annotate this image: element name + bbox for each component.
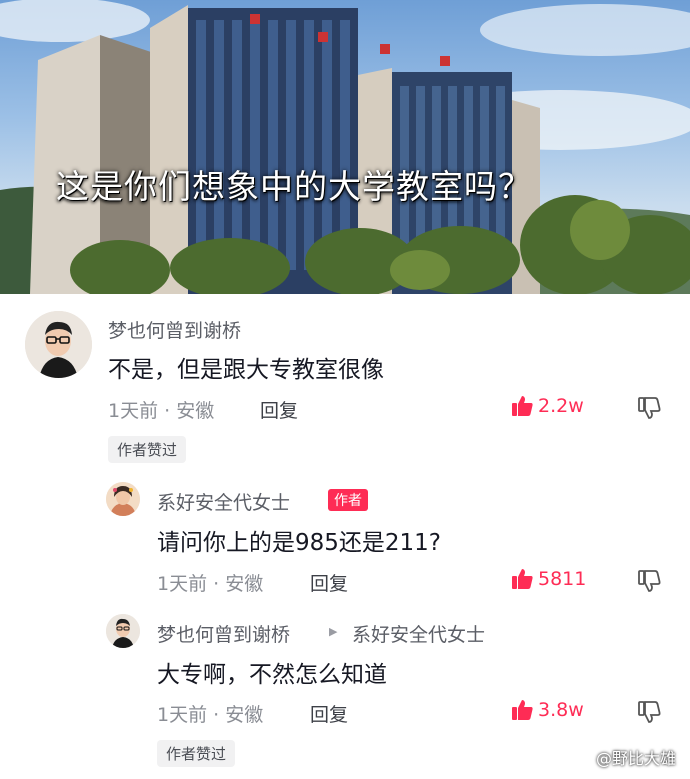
comment-username[interactable]: 梦也何曾到谢桥 — [108, 316, 241, 343]
comment-text: 不是，但是跟大专教室很像 — [108, 357, 384, 383]
like-count: 2.2w — [538, 395, 584, 417]
thumbs-down-icon — [638, 701, 661, 723]
comment-meta: 1天前 · 安徽 — [108, 400, 215, 422]
thumbs-down-icon — [638, 397, 661, 419]
comment-meta: 1天前 · 安徽 — [157, 573, 264, 595]
like-count: 5811 — [538, 568, 587, 590]
reply-button[interactable]: 回复 — [310, 569, 348, 596]
dislike-button[interactable] — [637, 396, 661, 424]
building-illustration — [0, 0, 690, 294]
avatar[interactable] — [106, 614, 140, 648]
watermark: @野比大雄 — [595, 749, 676, 768]
comment-meta: 1天前 · 安徽 — [157, 704, 264, 726]
thumbs-up-icon — [512, 569, 533, 589]
reply-to-username[interactable]: 系好安全代女士 — [352, 620, 485, 647]
author-tag: 作者 — [328, 489, 368, 511]
author-liked-badge: 作者赞过 — [157, 740, 236, 767]
comment-username[interactable]: 系好安全代女士 — [157, 488, 290, 515]
avatar[interactable] — [106, 482, 140, 516]
author-liked-badge: 作者赞过 — [108, 436, 187, 463]
thumbs-up-icon — [512, 700, 533, 720]
thumbs-up-icon — [512, 396, 533, 416]
like-button[interactable]: 3.8w — [510, 698, 584, 722]
reply-button[interactable]: 回复 — [260, 396, 298, 423]
like-button[interactable]: 5811 — [510, 567, 586, 591]
comment-text: 大专啊，不然怎么知道 — [157, 662, 387, 688]
post-caption: 这是你们想象中的大学教室吗？ — [56, 167, 532, 206]
comment-text: 请问你上的是985还是211? — [157, 530, 442, 556]
thumbs-down-icon — [638, 570, 661, 592]
like-button[interactable]: 2.2w — [510, 394, 584, 418]
comment-username[interactable]: 梦也何曾到谢桥 — [157, 620, 290, 647]
like-count: 3.8w — [538, 699, 584, 721]
dislike-button[interactable] — [637, 569, 661, 597]
dislike-button[interactable] — [637, 700, 661, 728]
triangle-right-icon: ▶ — [329, 625, 338, 638]
reply-button[interactable]: 回复 — [310, 700, 348, 727]
avatar[interactable] — [25, 311, 92, 378]
post-image: 这是你们想象中的大学教室吗？ — [0, 0, 690, 294]
